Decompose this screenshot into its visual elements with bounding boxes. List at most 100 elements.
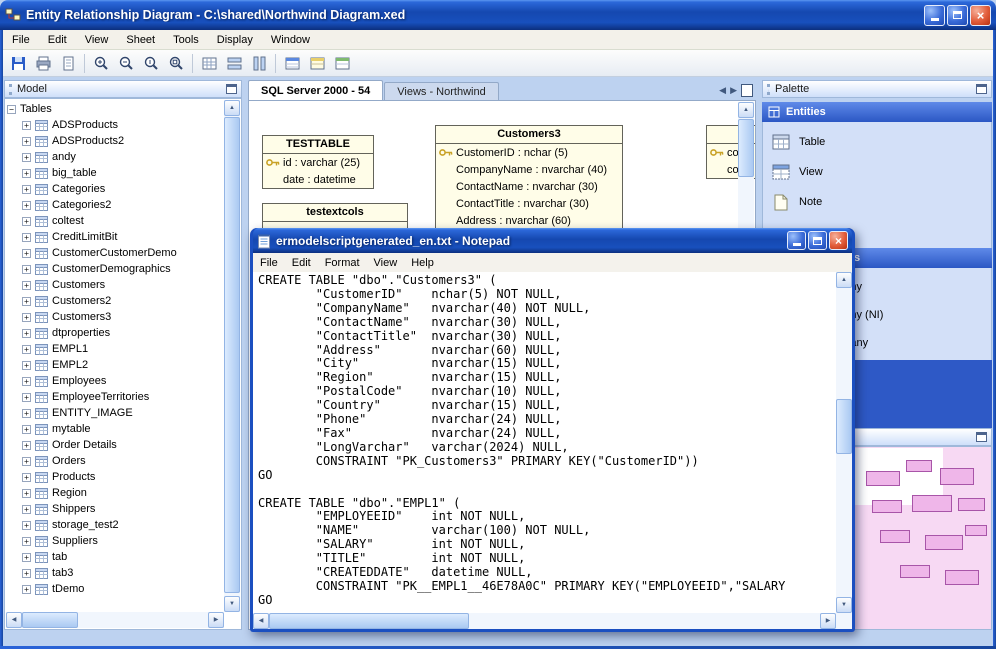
palette-panel-header[interactable]: Palette [762,80,992,98]
expand-icon[interactable]: + [22,200,31,210]
tree-item-table[interactable]: + Order Details [7,437,224,453]
tree-item-table[interactable]: + Customers2 [7,293,224,309]
collapse-icon[interactable]: − [7,104,16,114]
print-preview-button[interactable] [56,52,80,75]
scroll-down-button[interactable]: ▼ [836,597,852,613]
notepad-menu-item[interactable]: View [367,255,405,271]
tree-item-table[interactable]: + EMPL1 [7,341,224,357]
tree-item-table[interactable]: + Shippers [7,501,224,517]
menu-item[interactable]: Sheet [117,31,164,49]
entity-title[interactable]: TESTTABLE [263,136,373,154]
notepad-window[interactable]: ermodelscriptgenerated_en.txt - Notepad … [250,228,855,632]
dock-icon[interactable] [976,432,987,442]
expand-icon[interactable]: + [22,456,31,466]
tree-item-table[interactable]: + Products [7,469,224,485]
scroll-left-button[interactable]: ◀ [6,612,22,628]
tree-item-table[interactable]: + tab3 [7,565,224,581]
menu-item[interactable]: File [3,31,39,49]
expand-icon[interactable]: + [22,552,31,562]
tree-root-tables[interactable]: − Tables [7,101,224,117]
print-button[interactable] [31,52,55,75]
tree-item-table[interactable]: + Region [7,485,224,501]
expand-icon[interactable]: + [22,152,31,162]
sheet-list-icon[interactable] [741,84,753,97]
scroll-up-button[interactable]: ▲ [738,102,754,118]
scrollbar-thumb[interactable] [22,612,78,628]
expand-icon[interactable]: + [22,408,31,418]
model-horizontal-scrollbar[interactable]: ◀ ▶ [6,612,224,628]
menu-item[interactable]: Tools [164,31,208,49]
scroll-down-button[interactable]: ▼ [224,596,240,612]
notepad-titlebar[interactable]: ermodelscriptgenerated_en.txt - Notepad … [253,228,852,253]
tree-item-table[interactable]: + EMPL2 [7,357,224,373]
tree-item-table[interactable]: + dtproperties [7,325,224,341]
entity-title[interactable]: Customers3 [436,126,622,144]
expand-icon[interactable]: + [22,312,31,322]
palette-section-entities[interactable]: Entities [762,102,992,122]
expand-icon[interactable]: + [22,504,31,514]
menu-item[interactable]: Edit [39,31,76,49]
expand-icon[interactable]: + [22,488,31,498]
tree-item-table[interactable]: + ADSProducts [7,117,224,133]
scroll-right-button[interactable]: ▶ [820,613,836,629]
entity-column[interactable]: id : varchar (25) [263,154,373,171]
entity-style-2-button[interactable] [305,52,329,75]
palette-item-note[interactable]: Note [763,187,991,217]
notepad-menu-item[interactable]: Edit [285,255,318,271]
expand-icon[interactable]: + [22,440,31,450]
tab-sql-server-2000[interactable]: SQL Server 2000 - 54 [248,80,384,100]
tree-item-table[interactable]: + mytable [7,421,224,437]
expand-icon[interactable]: + [22,472,31,482]
notepad-menu-item[interactable]: Format [318,255,367,271]
tree-item-table[interactable]: + tab [7,549,224,565]
save-button[interactable] [6,52,30,75]
scrollbar-thumb[interactable] [269,613,469,629]
expand-icon[interactable]: + [22,120,31,130]
close-button[interactable]: × [970,4,991,26]
minimize-button[interactable] [924,4,945,26]
grid-button[interactable] [197,52,221,75]
menu-item[interactable]: View [76,31,118,49]
expand-icon[interactable]: + [22,424,31,434]
expand-icon[interactable]: + [22,584,31,594]
tree-item-table[interactable]: + Orders [7,453,224,469]
scroll-left-button[interactable]: ◀ [253,613,269,629]
scroll-right-button[interactable]: ▶ [208,612,224,628]
tab-scroll-right-icon[interactable]: ▶ [730,85,737,96]
entity-column[interactable]: CustomerID : nchar (5) [436,144,622,161]
tree-item-table[interactable]: + CustomerCustomerDemo [7,245,224,261]
tree-item-table[interactable]: + CustomerDemographics [7,261,224,277]
model-panel-header[interactable]: Model [4,80,242,98]
tree-item-table[interactable]: + Categories [7,181,224,197]
expand-icon[interactable]: + [22,520,31,530]
entity-style-1-button[interactable] [280,52,304,75]
entity-title[interactable]: testextcols [263,204,407,222]
expand-icon[interactable]: + [22,168,31,178]
scrollbar-thumb[interactable] [836,399,852,454]
scroll-up-button[interactable]: ▲ [224,100,240,116]
tree-item-table[interactable]: + ENTITY_IMAGE [7,405,224,421]
notepad-maximize-button[interactable] [808,231,827,250]
notepad-vertical-scrollbar[interactable]: ▲ ▼ [836,272,852,613]
expand-icon[interactable]: + [22,536,31,546]
notepad-menu-item[interactable]: File [253,255,285,271]
zoom-actual-button[interactable] [139,52,163,75]
notepad-minimize-button[interactable] [787,231,806,250]
expand-icon[interactable]: + [22,328,31,338]
expand-icon[interactable]: + [22,392,31,402]
scroll-up-button[interactable]: ▲ [836,272,852,288]
titlebar[interactable]: Entity Relationship Diagram - C:\shared\… [0,0,996,30]
zoom-in-button[interactable] [89,52,113,75]
tree-item-table[interactable]: + Categories2 [7,197,224,213]
entity-column[interactable]: ContactName : nvarchar (30) [436,178,622,195]
tree-item-table[interactable]: + ADSProducts2 [7,133,224,149]
entity-testtable[interactable]: TESTTABLE id : varchar (25) date: datet… [262,135,374,189]
dock-icon[interactable] [226,84,237,94]
menu-item[interactable]: Display [208,31,262,49]
tab-views-northwind[interactable]: Views - Northwind [384,82,499,100]
expand-icon[interactable]: + [22,344,31,354]
model-vertical-scrollbar[interactable]: ▲ ▼ [224,100,240,612]
tree-item-table[interactable]: + storage_test2 [7,517,224,533]
expand-icon[interactable]: + [22,184,31,194]
expand-icon[interactable]: + [22,248,31,258]
